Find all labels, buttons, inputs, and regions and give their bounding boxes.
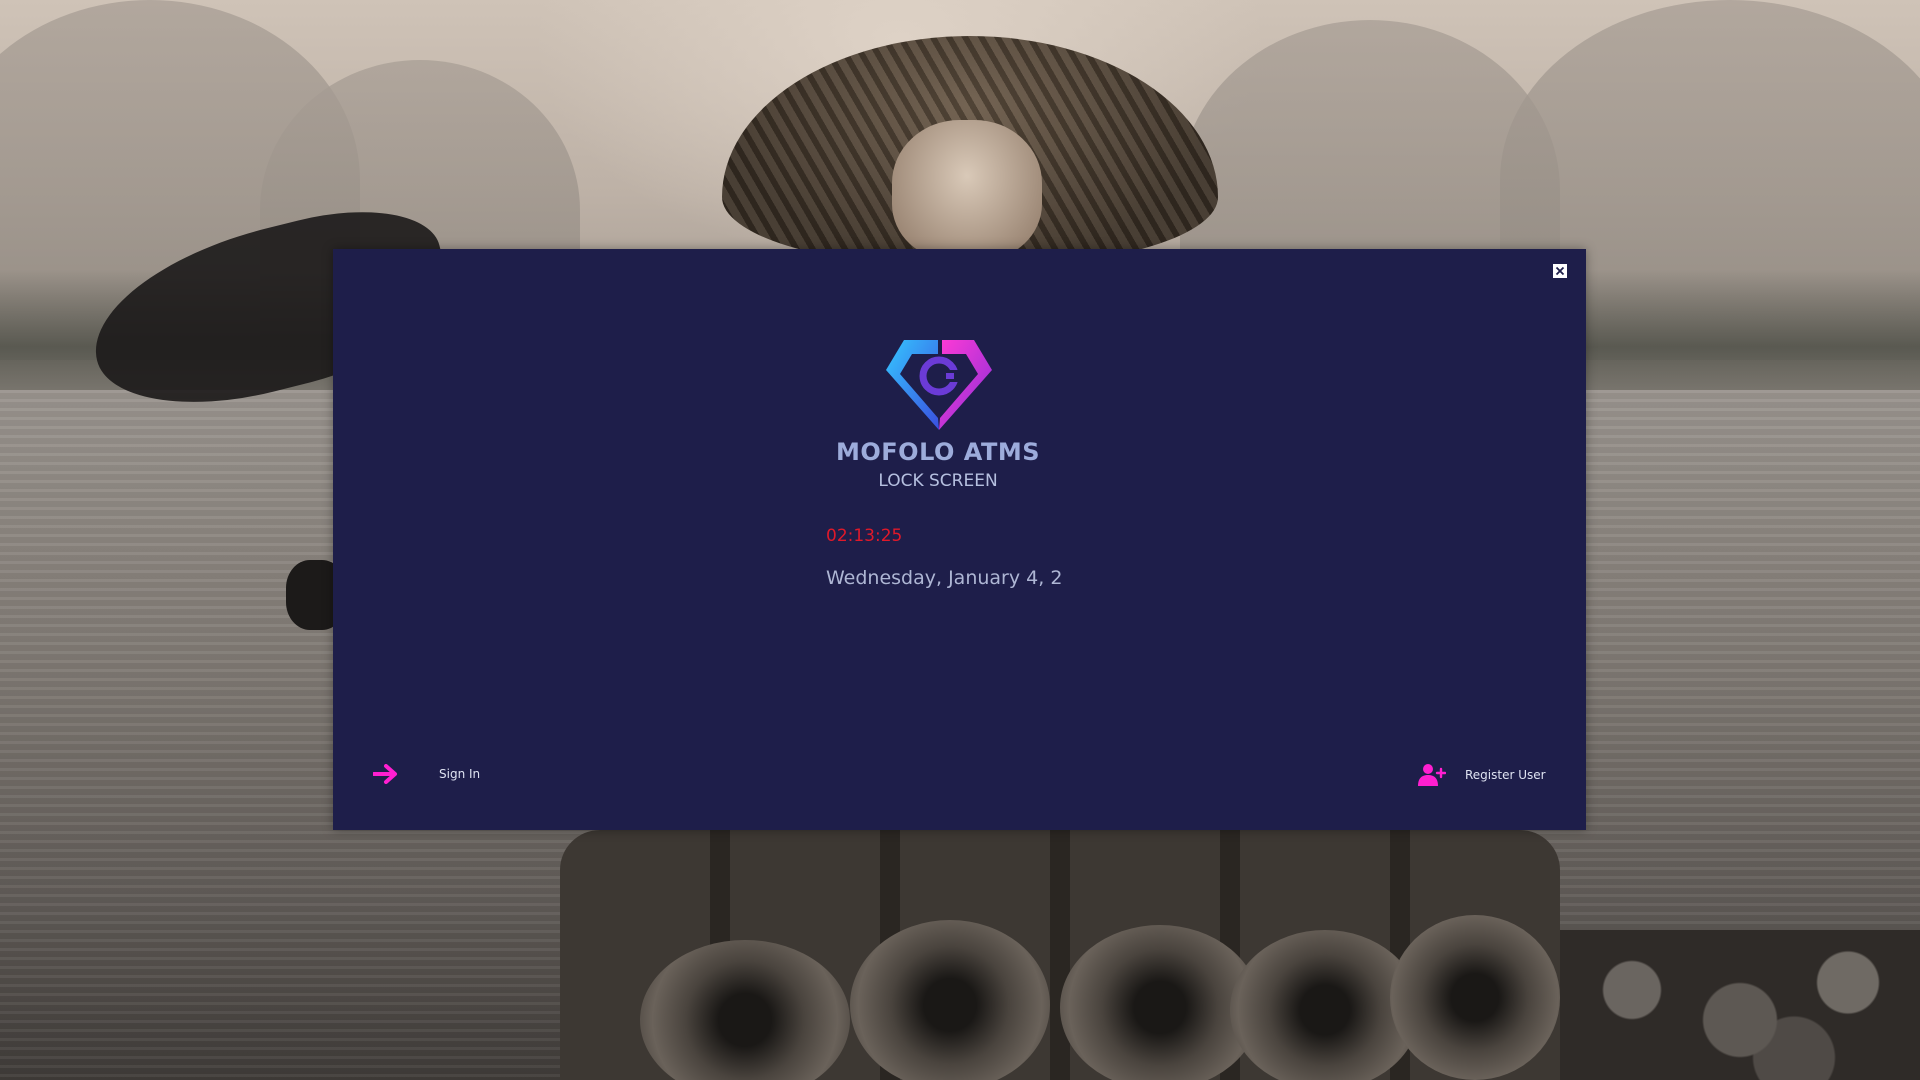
user-plus-icon xyxy=(1418,764,1446,786)
sign-in-button[interactable]: Sign In xyxy=(373,759,480,789)
arrow-right-icon xyxy=(373,764,397,784)
clock-time: 02:13:25 xyxy=(826,526,903,546)
close-icon xyxy=(1555,266,1565,276)
close-button[interactable] xyxy=(1553,264,1567,278)
clock-date: Wednesday, January 4, 2 xyxy=(826,567,1063,589)
diamond-c-logo xyxy=(886,340,992,430)
sign-in-label: Sign In xyxy=(439,767,481,781)
register-user-label: Register User xyxy=(1465,768,1546,782)
app-title: MOFOLO ATMS xyxy=(835,438,1041,466)
lock-screen-panel: MOFOLO ATMS LOCK SCREEN 02:13:25 Wednesd… xyxy=(333,249,1586,830)
lock-screen-subtitle: LOCK SCREEN xyxy=(878,471,998,491)
register-user-button[interactable]: Register User xyxy=(1418,760,1546,790)
